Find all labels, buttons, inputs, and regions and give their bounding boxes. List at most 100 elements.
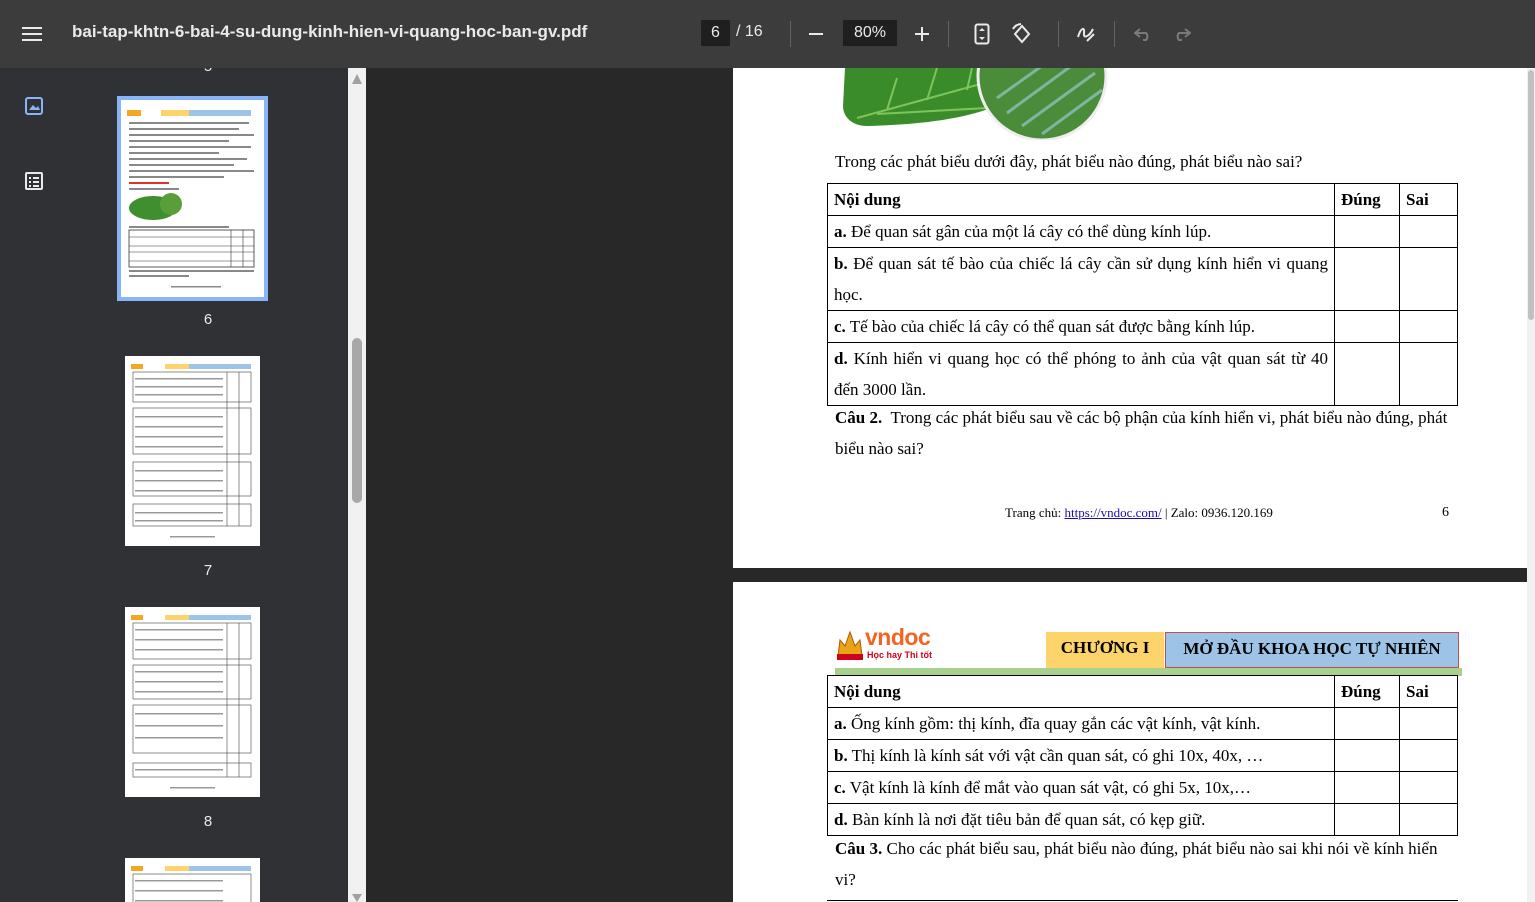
table-cell [1399, 803, 1458, 836]
row-prefix: b. [834, 746, 848, 765]
table-cell [1334, 247, 1400, 311]
toolbar-divider [1114, 21, 1115, 47]
thumbnail-page-9[interactable] [125, 858, 260, 902]
footer-suffix: | Zalo: 0936.120.169 [1161, 505, 1273, 520]
table-cell: c. Tế bào của chiếc lá cây có thể quan s… [827, 310, 1335, 343]
toolbar-divider [790, 21, 791, 47]
question-2-text: Trong các phát biểu sau về các bộ phận c… [835, 408, 1448, 458]
thumbnail-page-7[interactable] [125, 356, 260, 546]
table-cell: c. Vật kính là kính để mắt vào quan sát … [827, 771, 1335, 804]
fit-page-icon[interactable] [966, 18, 998, 50]
table-row: d. Bàn kính là nơi đặt tiêu bản để quan … [827, 803, 1458, 836]
table-cell: a. Để quan sát gân của một lá cây có thể… [827, 215, 1335, 248]
thumbnail-label: 8 [203, 813, 213, 830]
row-prefix: a. [834, 714, 847, 733]
document-title: bai-tap-khtn-6-bai-4-su-dung-kinh-hien-v… [72, 22, 588, 41]
leaf-microscope-image [837, 68, 1113, 142]
chapter-badge: CHƯƠNG I [1046, 632, 1164, 668]
chapter-title: MỞ ĐẦU KHOA HỌC TỰ NHIÊN [1165, 632, 1459, 668]
table-header-cell: Nội dung [827, 183, 1335, 216]
logo-text: vndoc [865, 624, 931, 650]
table-header-row: Nội dung Đúng Sai [827, 183, 1458, 216]
toolbar-divider [948, 21, 949, 47]
row-text: Tế bào của chiếc lá cây có thể quan sát … [849, 317, 1256, 336]
row-text: Thị kính là kính sát với vật cần quan sá… [851, 746, 1264, 765]
pdf-page-7: vndoc Học hay Thi tốt CHƯƠNG I MỞ ĐẦU KH… [733, 582, 1527, 902]
redo-icon[interactable] [1166, 18, 1198, 50]
question-3-label: Câu 3. [835, 839, 883, 858]
row-text: Kính hiển vi quang học có thể phóng to ả… [834, 349, 1328, 399]
rotate-icon[interactable] [1006, 18, 1038, 50]
table-row: c. Vật kính là kính để mắt vào quan sát … [827, 771, 1458, 804]
question-3-text: Cho các phát biểu sau, phát biểu nào đún… [835, 839, 1438, 889]
table-cell: d. Bàn kính là nơi đặt tiêu bản để quan … [827, 803, 1335, 836]
pdf-page-6: Trong các phát biểu dưới đây, phát biểu … [733, 68, 1527, 568]
table-header-cell: Sai [1399, 675, 1458, 708]
zoom-out-icon[interactable] [800, 18, 832, 50]
table-row: b. Để quan sát tế bào của chiếc lá cây c… [827, 247, 1458, 311]
table-cell [1399, 739, 1458, 772]
row-text: Bàn kính là nơi đặt tiêu bản để quan sát… [851, 810, 1206, 829]
next-table-top-border [827, 900, 1458, 901]
row-text: Để quan sát gân của một lá cây có thể dù… [851, 222, 1212, 241]
table-row: c. Tế bào của chiếc lá cây có thể quan s… [827, 310, 1458, 343]
table-cell [1334, 739, 1400, 772]
footer-prefix: Trang chủ: [1005, 505, 1065, 520]
zoom-level-input[interactable]: 80% [843, 20, 897, 46]
table-header-row: Nội dung Đúng Sai [827, 675, 1458, 708]
table-cell [1334, 215, 1400, 248]
thumbnail-label: 5 [68, 68, 348, 75]
table-cell [1334, 771, 1400, 804]
table-cell [1399, 707, 1458, 740]
thumbnail-label: 7 [203, 562, 213, 579]
table-cell [1334, 310, 1400, 343]
zoom-in-icon[interactable] [906, 18, 938, 50]
question-2-table: Nội dung Đúng Sai a. Ống kính gồm: thị k… [827, 675, 1458, 836]
toolbar-divider [1058, 21, 1059, 47]
annotate-icon[interactable] [1070, 18, 1102, 50]
question-intro: Trong các phát biểu dưới đây, phát biểu … [835, 152, 1303, 171]
table-cell: d. Kính hiển vi quang học có thể phóng t… [827, 342, 1335, 406]
thumbnail-page-8[interactable] [125, 607, 260, 797]
thumbnails-icon[interactable] [18, 90, 50, 122]
crown-logo-icon [837, 630, 863, 660]
row-prefix: d. [834, 810, 848, 829]
document-viewer: Trong các phát biểu dưới đây, phát biểu … [366, 68, 1535, 902]
table-cell [1399, 215, 1458, 248]
row-text: Để quan sát tế bào của chiếc lá cây cần … [834, 254, 1328, 304]
hamburger-menu-icon[interactable] [16, 18, 48, 50]
pdf-toolbar: bai-tap-khtn-6-bai-4-su-dung-kinh-hien-v… [0, 0, 1535, 68]
table-row: b. Thị kính là kính sát với vật cần quan… [827, 739, 1458, 772]
thumbnail-pane: 5 6 7 [68, 68, 348, 902]
table-cell [1334, 342, 1400, 406]
footer-link[interactable]: https://vndoc.com/ [1064, 505, 1161, 520]
table-cell: b. Để quan sát tế bào của chiếc lá cây c… [827, 247, 1335, 311]
thumbnail-scrollbar[interactable] [348, 68, 366, 902]
row-prefix: b. [834, 254, 848, 273]
table-header-cell: Đúng [1334, 183, 1400, 216]
row-prefix: d. [834, 349, 848, 368]
page-footer: Trang chủ: https://vndoc.com/ | Zalo: 09… [1005, 505, 1273, 521]
page-total: / 16 [736, 23, 763, 40]
question-1-table: Nội dung Đúng Sai a. Để quan sát gân của… [827, 183, 1458, 406]
undo-icon[interactable] [1127, 18, 1159, 50]
table-header-cell: Sai [1399, 183, 1458, 216]
viewer-scrollbar[interactable] [1527, 68, 1535, 902]
table-row: a. Ống kính gồm: thị kính, đĩa quay gắn … [827, 707, 1458, 740]
table-header-cell: Đúng [1334, 675, 1400, 708]
table-cell: a. Ống kính gồm: thị kính, đĩa quay gắn … [827, 707, 1335, 740]
logo-slogan: Học hay Thi tốt [867, 650, 932, 660]
thumbnail-page-6[interactable] [117, 96, 268, 301]
page-number-input[interactable]: 6 [701, 20, 730, 46]
table-row: a. Để quan sát gân của một lá cây có thể… [827, 215, 1458, 248]
question-2-label: Câu 2. [835, 408, 883, 427]
table-row: d. Kính hiển vi quang học có thể phóng t… [827, 342, 1458, 406]
table-cell [1399, 247, 1458, 311]
row-text: Vật kính là kính để mắt vào quan sát vật… [849, 778, 1252, 797]
table-header-cell: Nội dung [827, 675, 1335, 708]
row-text: Ống kính gồm: thị kính, đĩa quay gắn các… [851, 714, 1261, 733]
table-cell [1399, 342, 1458, 406]
outline-icon[interactable] [18, 165, 50, 197]
row-prefix: c. [834, 778, 846, 797]
thumbnail-label: 6 [203, 311, 213, 328]
